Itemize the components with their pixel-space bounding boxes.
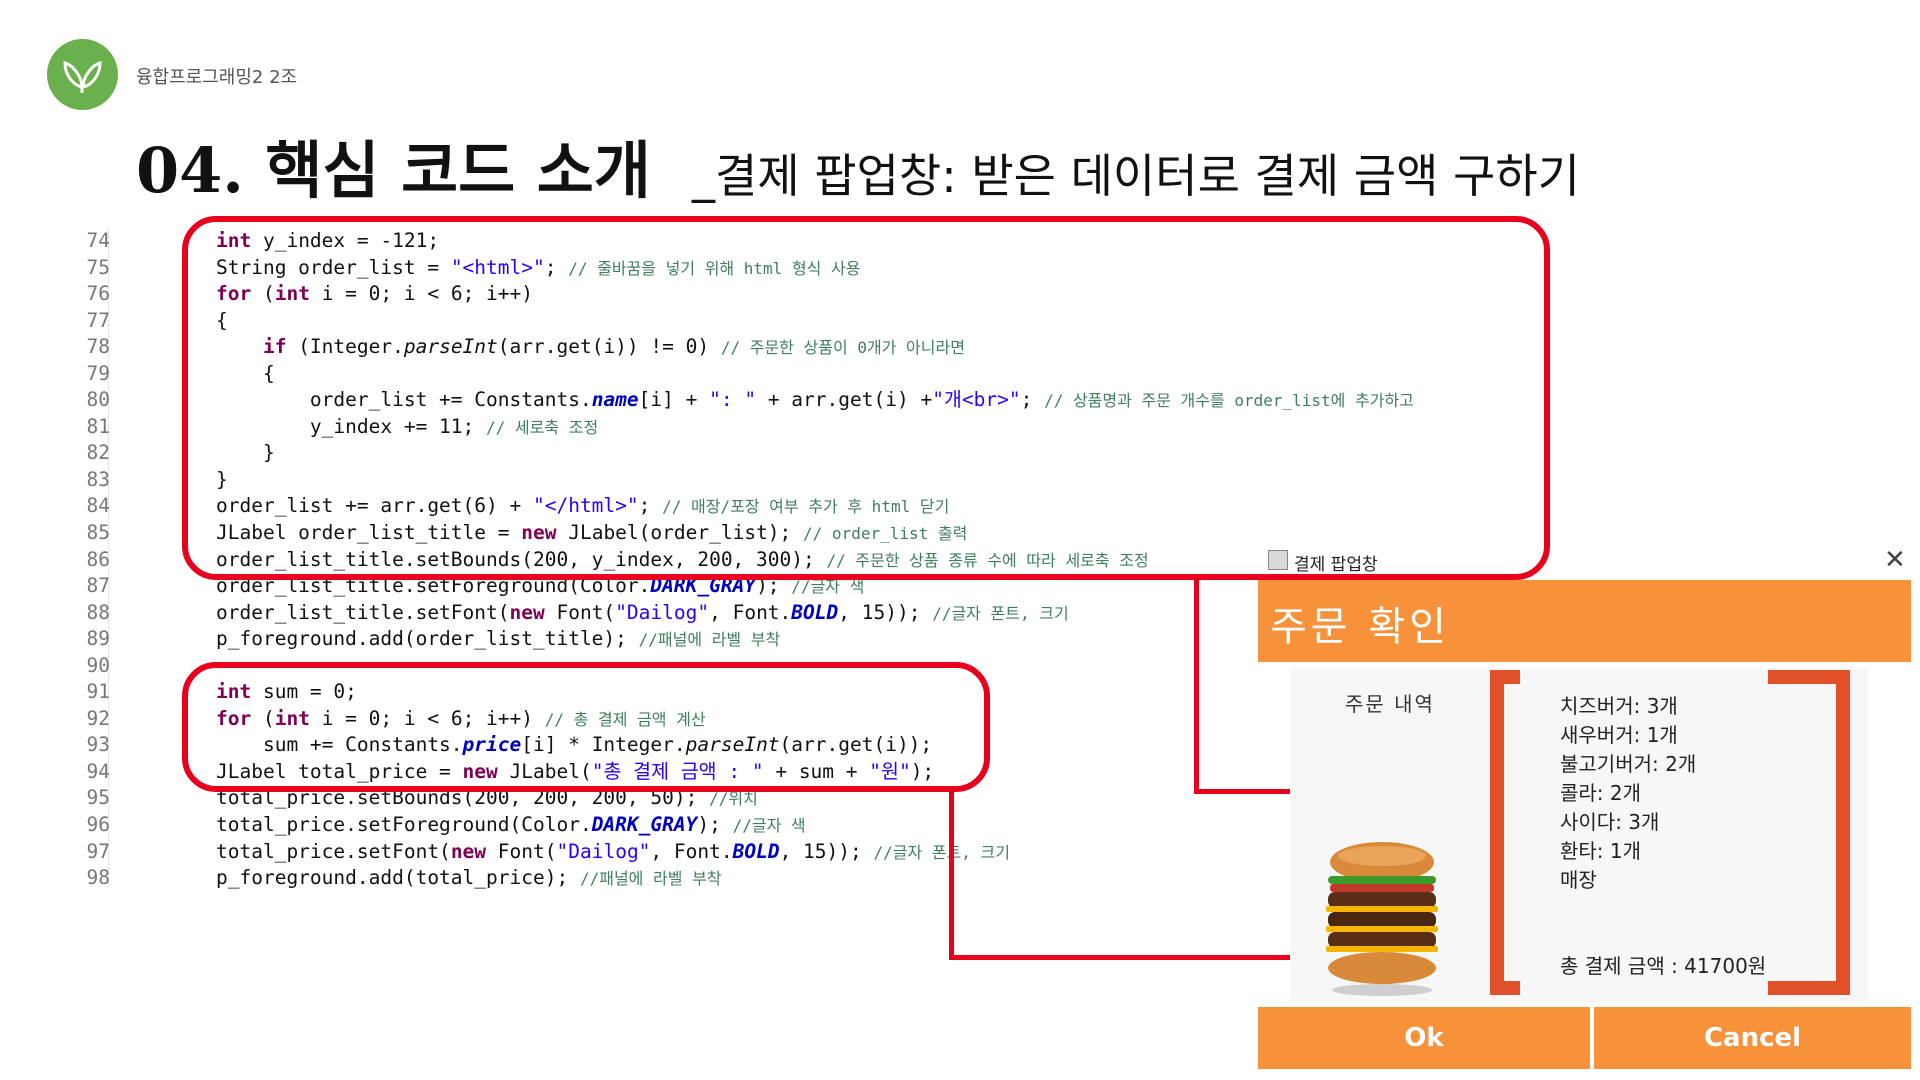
burger-image — [1326, 842, 1438, 996]
line-number: 75 — [86, 255, 110, 279]
ok-button[interactable]: Ok — [1258, 1007, 1590, 1069]
popup-titlebar: 결제 팝업창 ✕ — [1258, 545, 1920, 579]
code-text: total_price.setForeground(Color.DARK_GRA… — [216, 813, 806, 837]
line-number: 89 — [86, 627, 110, 651]
line-number: 80 — [86, 388, 110, 412]
line-number: 96 — [86, 813, 110, 837]
bracket-right — [1768, 670, 1850, 995]
code-text: order_list_title.setFont(new Font("Dailo… — [216, 600, 1069, 624]
line-number: 77 — [86, 308, 110, 332]
arrow-total-line-v — [949, 792, 954, 959]
line-number: 82 — [86, 441, 110, 465]
line-number: 78 — [86, 335, 110, 359]
order-item: 치즈버거: 3개 — [1560, 694, 1678, 718]
popup-header-title: 주문 확인 — [1270, 604, 1450, 650]
leaf-logo-icon — [47, 39, 118, 110]
line-number: 76 — [86, 282, 110, 306]
popup-window-title: 결제 팝업창 — [1294, 555, 1378, 575]
arrow-order-line-v — [1194, 580, 1199, 792]
line-number: 85 — [86, 521, 110, 545]
line-number: 86 — [86, 547, 110, 571]
line-number: 94 — [86, 759, 110, 783]
line-number: 95 — [86, 786, 110, 810]
highlight-total-price-box — [182, 662, 990, 792]
slide-title: 04. 핵심 코드 소개 — [136, 134, 651, 207]
total-price-label: 총 결제 금액 : 41700원 — [1560, 954, 1767, 978]
line-number: 88 — [86, 600, 110, 624]
line-number: 87 — [86, 574, 110, 598]
order-item: 콜라: 2개 — [1560, 781, 1642, 805]
order-item: 매장 — [1560, 868, 1597, 892]
order-item: 사이다: 3개 — [1560, 810, 1660, 834]
popup-header: 주문 확인 — [1258, 580, 1911, 662]
order-item: 환타: 1개 — [1560, 839, 1642, 863]
highlight-order-list-box — [182, 216, 1550, 580]
line-number: 97 — [86, 839, 110, 863]
line-number: 81 — [86, 414, 110, 438]
line-number: 91 — [86, 680, 110, 704]
code-text: p_foreground.add(order_list_title); //패널… — [216, 627, 781, 651]
line-number: 92 — [86, 706, 110, 730]
line-number: 83 — [86, 467, 110, 491]
code-text: p_foreground.add(total_price); //패널에 라벨 … — [216, 866, 722, 890]
order-item: 불고기버거: 2개 — [1560, 752, 1697, 776]
line-number: 90 — [86, 653, 110, 677]
cancel-button[interactable]: Cancel — [1594, 1007, 1911, 1069]
slide-subtitle: _결제 팝업창: 받은 데이터로 결제 금액 구하기 — [692, 149, 1580, 203]
close-icon[interactable]: ✕ — [1884, 545, 1906, 575]
team-name: 융합프로그래밍2 2조 — [136, 67, 298, 88]
line-number: 84 — [86, 494, 110, 518]
line-number: 93 — [86, 733, 110, 757]
code-text: total_price.setFont(new Font("Dailog", F… — [216, 839, 1010, 863]
order-list-label: 주문 내역 — [1345, 692, 1435, 716]
line-number: 79 — [86, 361, 110, 385]
bracket-left — [1490, 670, 1520, 995]
line-number: 74 — [86, 229, 110, 252]
order-item: 새우버거: 1개 — [1560, 723, 1678, 747]
line-number: 98 — [86, 866, 110, 890]
app-window-icon — [1268, 550, 1288, 570]
